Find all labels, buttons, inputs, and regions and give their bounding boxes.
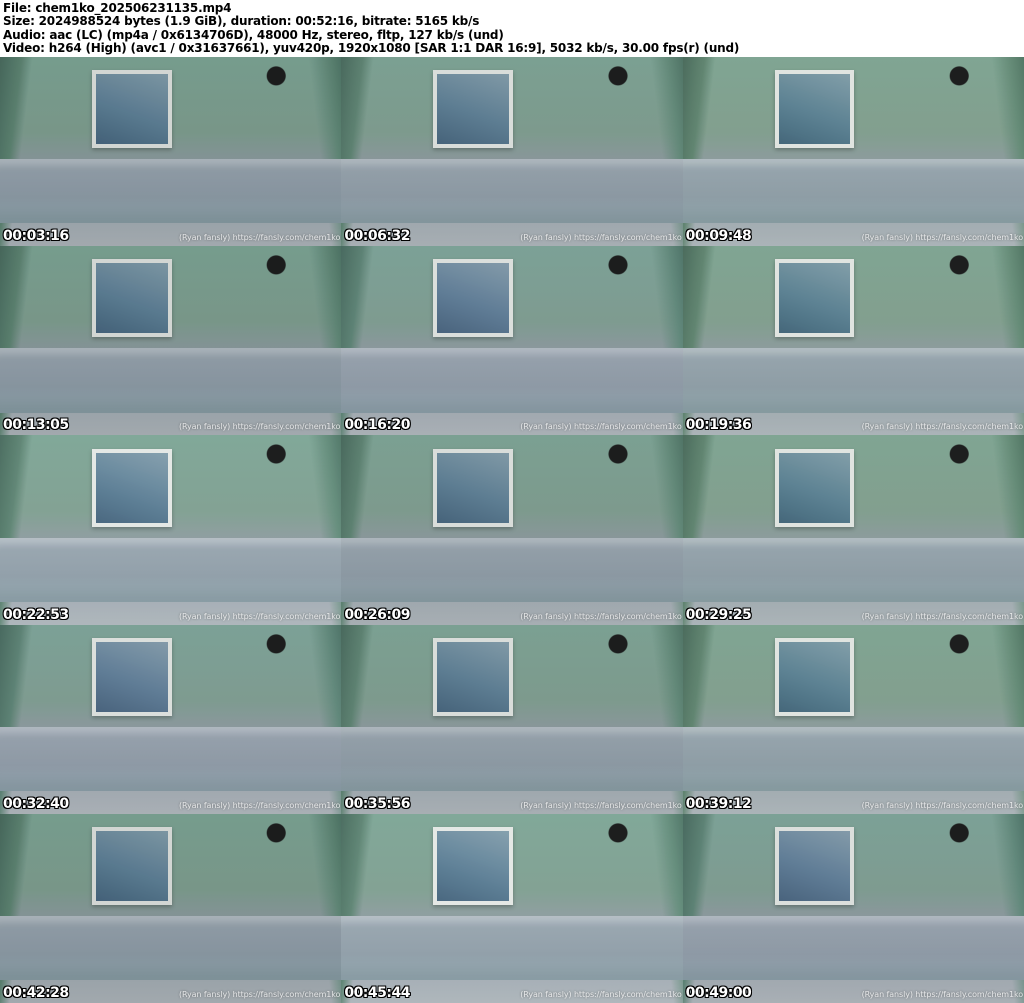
watermark-text: (Ryan fansly) https://fansly.com/chem1ko [520,611,682,621]
timestamp-overlay: 00:19:36 [685,417,752,434]
video-thumbnail: 00:42:28 (Ryan fansly) https://fansly.co… [0,813,342,1003]
watermark-text: (Ryan fansly) https://fansly.com/chem1ko [861,611,1023,621]
thumbnail-placeholder-image [0,246,342,436]
metadata-file-line: File: chem1ko_202506231135.mp4 [3,1,232,15]
timestamp-overlay: 00:13:05 [3,417,69,434]
watermark-text: (Ryan fansly) https://fansly.com/chem1ko [178,800,341,810]
timestamp-overlay: 00:09:48 [685,228,752,245]
watermark-text: (Ryan fansly) https://fansly.com/chem1ko [861,233,1023,243]
timestamp-overlay: 00:26:09 [344,606,410,623]
thumbnail-contact-sheet: 00:03:16 (Ryan fansly) https://fansly.co… [0,57,1024,1003]
watermark-text: (Ryan fansly) https://fansly.com/chem1ko [520,233,682,243]
video-thumbnail: 00:03:16 (Ryan fansly) https://fansly.co… [0,57,342,247]
timestamp-overlay: 00:32:40 [3,795,69,812]
video-thumbnail: 00:32:40 (Ryan fansly) https://fansly.co… [0,624,342,814]
video-thumbnail: 00:26:09 (Ryan fansly) https://fansly.co… [341,435,683,625]
file-metadata-header: File: chem1ko_202506231135.mp4 Size: 202… [0,0,1024,57]
video-thumbnail: 00:19:36 (Ryan fansly) https://fansly.co… [682,246,1024,436]
watermark-text: (Ryan fansly) https://fansly.com/chem1ko [861,989,1023,999]
timestamp-overlay: 00:35:56 [344,795,410,812]
thumbnail-placeholder-image [0,813,342,1003]
timestamp-overlay: 00:22:53 [3,606,69,623]
video-thumbnail: 00:39:12 (Ryan fansly) https://fansly.co… [682,624,1024,814]
video-thumbnail: 00:49:00 (Ryan fansly) https://fansly.co… [682,813,1024,1003]
thumbnail-placeholder-image [0,435,342,625]
watermark-text: (Ryan fansly) https://fansly.com/chem1ko [520,800,682,810]
video-thumbnail: 00:45:44 (Ryan fansly) https://fansly.co… [341,813,683,1003]
video-thumbnail: 00:22:53 (Ryan fansly) https://fansly.co… [0,435,342,625]
timestamp-overlay: 00:45:44 [344,984,410,1001]
video-thumbnail: 00:13:05 (Ryan fansly) https://fansly.co… [0,246,342,436]
timestamp-overlay: 00:49:00 [685,984,752,1001]
watermark-text: (Ryan fansly) https://fansly.com/chem1ko [178,233,341,243]
watermark-text: (Ryan fansly) https://fansly.com/chem1ko [520,422,682,432]
watermark-text: (Ryan fansly) https://fansly.com/chem1ko [178,611,341,621]
video-thumbnail: 00:16:20 (Ryan fansly) https://fansly.co… [341,246,683,436]
thumbnail-placeholder-image [341,624,683,814]
timestamp-overlay: 00:03:16 [3,228,69,245]
timestamp-overlay: 00:42:28 [3,984,69,1001]
metadata-video-line: Video: h264 (High) (avc1 / 0x31637661), … [3,41,740,56]
watermark-text: (Ryan fansly) https://fansly.com/chem1ko [178,989,341,999]
timestamp-overlay: 00:29:25 [685,606,752,623]
thumbnail-placeholder-image [682,435,1024,625]
thumbnail-placeholder-image [682,624,1024,814]
watermark-text: (Ryan fansly) https://fansly.com/chem1ko [861,422,1023,432]
timestamp-overlay: 00:16:20 [344,417,410,434]
thumbnail-placeholder-image [341,813,683,1003]
timestamp-overlay: 00:06:32 [344,228,410,245]
video-thumbnail: 00:35:56 (Ryan fansly) https://fansly.co… [341,624,683,814]
metadata-size-line: Size: 2024988524 bytes (1.9 GiB), durati… [3,14,480,29]
video-thumbnail: 00:09:48 (Ryan fansly) https://fansly.co… [682,57,1024,247]
watermark-text: (Ryan fansly) https://fansly.com/chem1ko [178,422,341,432]
timestamp-overlay: 00:39:12 [685,795,752,812]
video-thumbnail: 00:29:25 (Ryan fansly) https://fansly.co… [682,435,1024,625]
thumbnail-placeholder-image [341,246,683,436]
watermark-text: (Ryan fansly) https://fansly.com/chem1ko [520,989,682,999]
thumbnail-placeholder-image [341,435,683,625]
watermark-text: (Ryan fansly) https://fansly.com/chem1ko [861,800,1023,810]
metadata-audio-line: Audio: aac (LC) (mp4a / 0x6134706D), 480… [3,27,504,42]
thumbnail-placeholder-image [341,57,683,247]
thumbnail-placeholder-image [682,57,1024,247]
thumbnail-placeholder-image [682,246,1024,436]
thumbnail-placeholder-image [682,813,1024,1003]
thumbnail-placeholder-image [0,57,342,247]
video-thumbnail: 00:06:32 (Ryan fansly) https://fansly.co… [341,57,683,247]
thumbnail-placeholder-image [0,624,342,814]
